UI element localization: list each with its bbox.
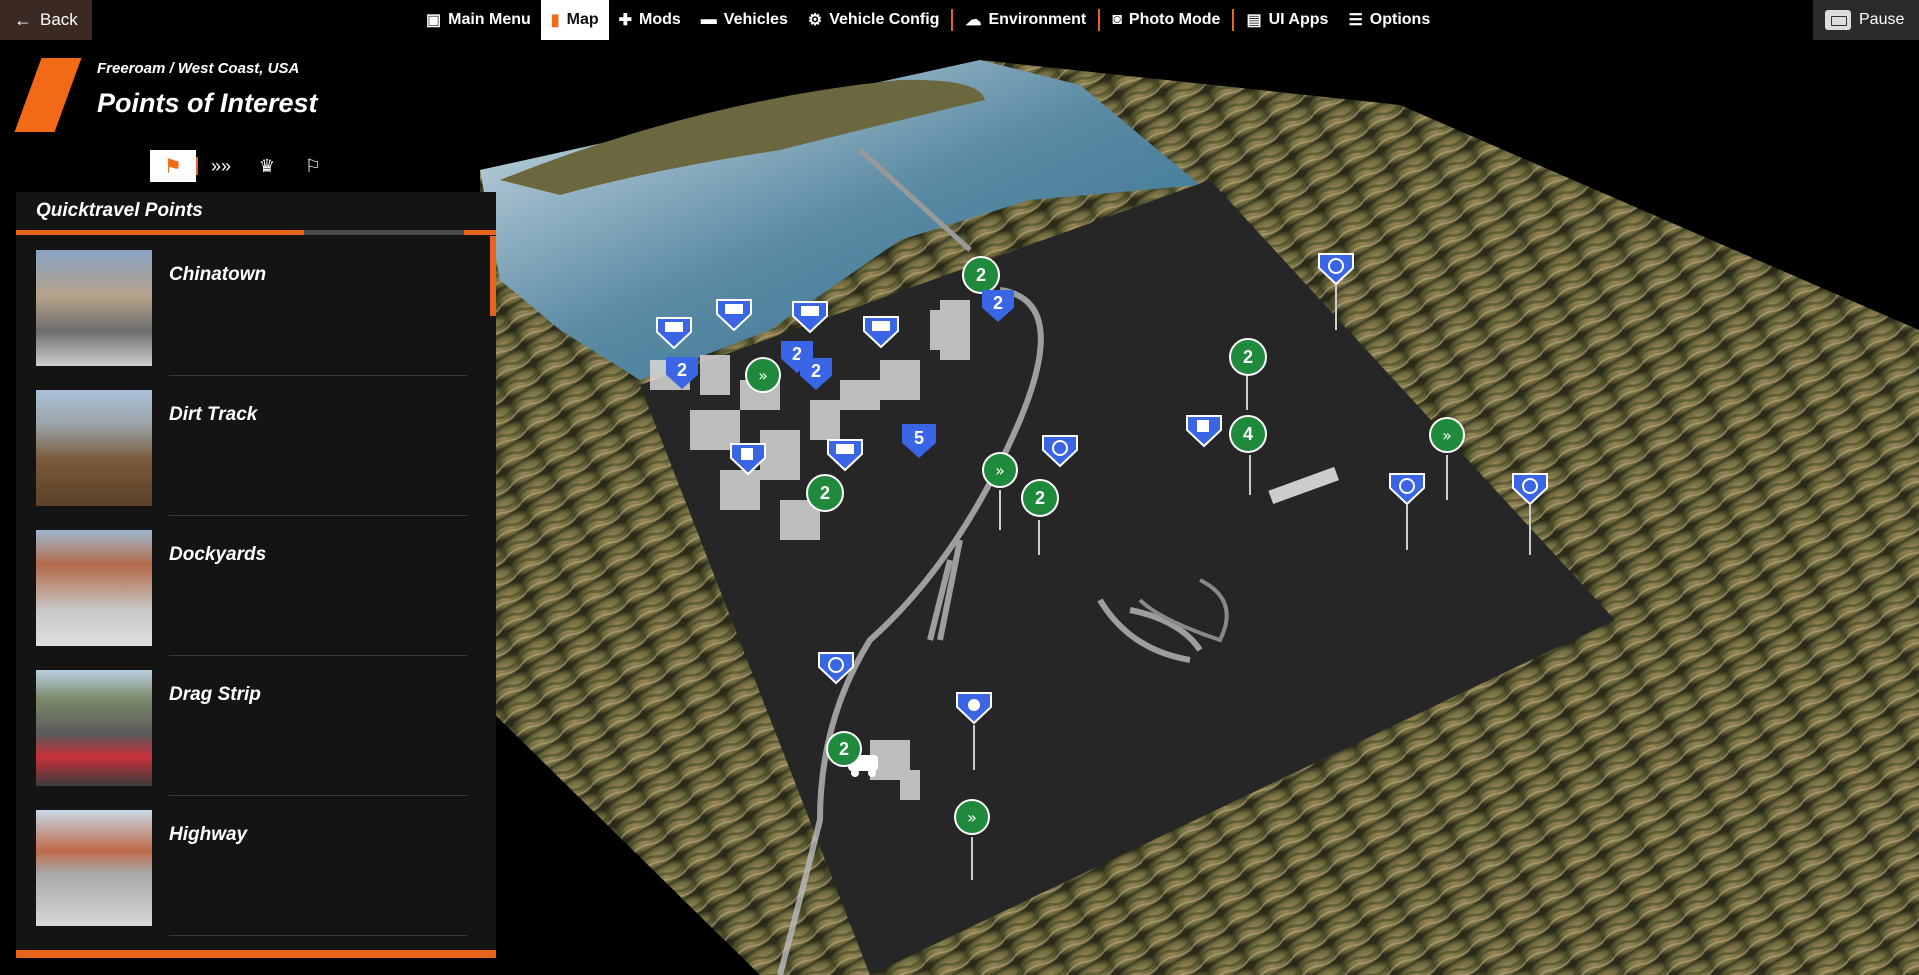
nav-vehicles-label: Vehicles xyxy=(723,11,788,28)
back-button[interactable]: ← Back xyxy=(0,0,92,40)
nav-options[interactable]: ☰ Options xyxy=(1338,0,1440,40)
scrollbar[interactable] xyxy=(490,236,496,316)
list-item[interactable]: Dirt Track xyxy=(16,376,496,516)
list-item[interactable]: Dockyards xyxy=(16,516,496,656)
ui-apps-icon: ▤ xyxy=(1246,12,1262,29)
quicktravel-list: Chinatown Dirt Track Dockyards Drag Stri… xyxy=(16,236,496,950)
nav-map[interactable]: ▮ Map xyxy=(540,0,609,40)
trophy-icon: ♛ xyxy=(258,155,276,176)
nav-separator xyxy=(1098,9,1101,31)
main-nav: ▣ Main Menu ▮ Map ✚ Mods ▬ Vehicles ⚙ Vehicle… xyxy=(416,0,1441,40)
top-bar: ← Back ▣ Main Menu ▮ Map ✚ Mods ▬ Vehicles ⚙… xyxy=(0,0,1919,40)
nav-main-menu-label: Main Menu xyxy=(448,11,531,28)
nav-vehicle-config[interactable]: ⚙ Vehicle Config xyxy=(798,0,950,40)
panel-title: Quicktravel Points xyxy=(16,192,496,235)
nav-main-menu[interactable]: ▣ Main Menu xyxy=(416,0,541,40)
page-title: Points of Interest xyxy=(97,88,318,118)
nav-mods[interactable]: ✚ Mods xyxy=(609,0,691,40)
nav-separator xyxy=(1232,9,1235,31)
nav-mods-label: Mods xyxy=(639,11,681,28)
chevrons-icon: »» xyxy=(210,155,232,176)
location-thumbnail xyxy=(36,670,152,786)
nav-ui-apps[interactable]: ▤ UI Apps xyxy=(1236,0,1338,40)
nav-map-label: Map xyxy=(566,11,599,28)
divider xyxy=(169,935,467,936)
list-item-label: Highway xyxy=(169,824,248,845)
flag-plus-icon: ⚐ xyxy=(304,155,322,176)
pause-button[interactable]: Pause xyxy=(1813,0,1919,40)
list-item[interactable]: Highway xyxy=(16,796,496,936)
arrow-left-icon: ← xyxy=(14,9,32,30)
poi-panel: Quicktravel Points Chinatown Dirt Track … xyxy=(16,192,496,958)
nav-environment[interactable]: ☁ Environment xyxy=(955,0,1096,40)
location-thumbnail xyxy=(36,810,152,926)
tab-custom-route[interactable]: ⚐ xyxy=(290,150,336,182)
location-thumbnail xyxy=(36,390,152,506)
camera-icon: ◙ xyxy=(1112,11,1122,28)
panel-bottom-accent xyxy=(16,950,496,958)
main-menu-icon: ▣ xyxy=(426,12,442,29)
nav-options-label: Options xyxy=(1369,11,1431,28)
list-item-label: Dirt Track xyxy=(169,404,258,425)
breadcrumb: Freeroam / West Coast, USA xyxy=(97,60,300,77)
keyboard-icon xyxy=(1825,10,1851,30)
list-item-label: Chinatown xyxy=(169,264,267,285)
nav-ui-apps-label: UI Apps xyxy=(1268,11,1329,28)
nav-environment-label: Environment xyxy=(988,11,1087,28)
back-label: Back xyxy=(40,10,78,29)
pause-label: Pause xyxy=(1859,11,1905,28)
nav-vehicle-config-label: Vehicle Config xyxy=(829,11,940,28)
location-thumbnail xyxy=(36,530,152,646)
nav-vehicles[interactable]: ▬ Vehicles xyxy=(691,0,798,40)
puzzle-icon: ✚ xyxy=(618,12,633,29)
engine-icon: ⚙ xyxy=(807,12,823,29)
list-item[interactable]: Chinatown xyxy=(16,236,496,376)
tab-challenges[interactable]: ♛ xyxy=(244,150,290,182)
quicktravel-icon: ⚑ xyxy=(164,155,182,178)
poi-tabs: ⚑ »» ♛ ⚐ xyxy=(150,150,336,182)
location-thumbnail xyxy=(36,250,152,366)
list-item-label: Drag Strip xyxy=(169,684,261,705)
tab-quicktravel[interactable]: ⚑ xyxy=(150,150,196,182)
nav-photo-mode-label: Photo Mode xyxy=(1128,11,1221,28)
nav-photo-mode[interactable]: ◙ Photo Mode xyxy=(1102,0,1230,40)
car-icon: ▬ xyxy=(700,11,717,28)
sliders-icon: ☰ xyxy=(1348,12,1363,29)
nav-separator xyxy=(951,9,954,31)
weather-icon: ☁ xyxy=(965,12,982,29)
list-item-label: Dockyards xyxy=(169,544,267,565)
tab-missions[interactable]: »» xyxy=(198,150,244,182)
list-item[interactable]: Drag Strip xyxy=(16,656,496,796)
map-icon: ▮ xyxy=(550,12,560,29)
